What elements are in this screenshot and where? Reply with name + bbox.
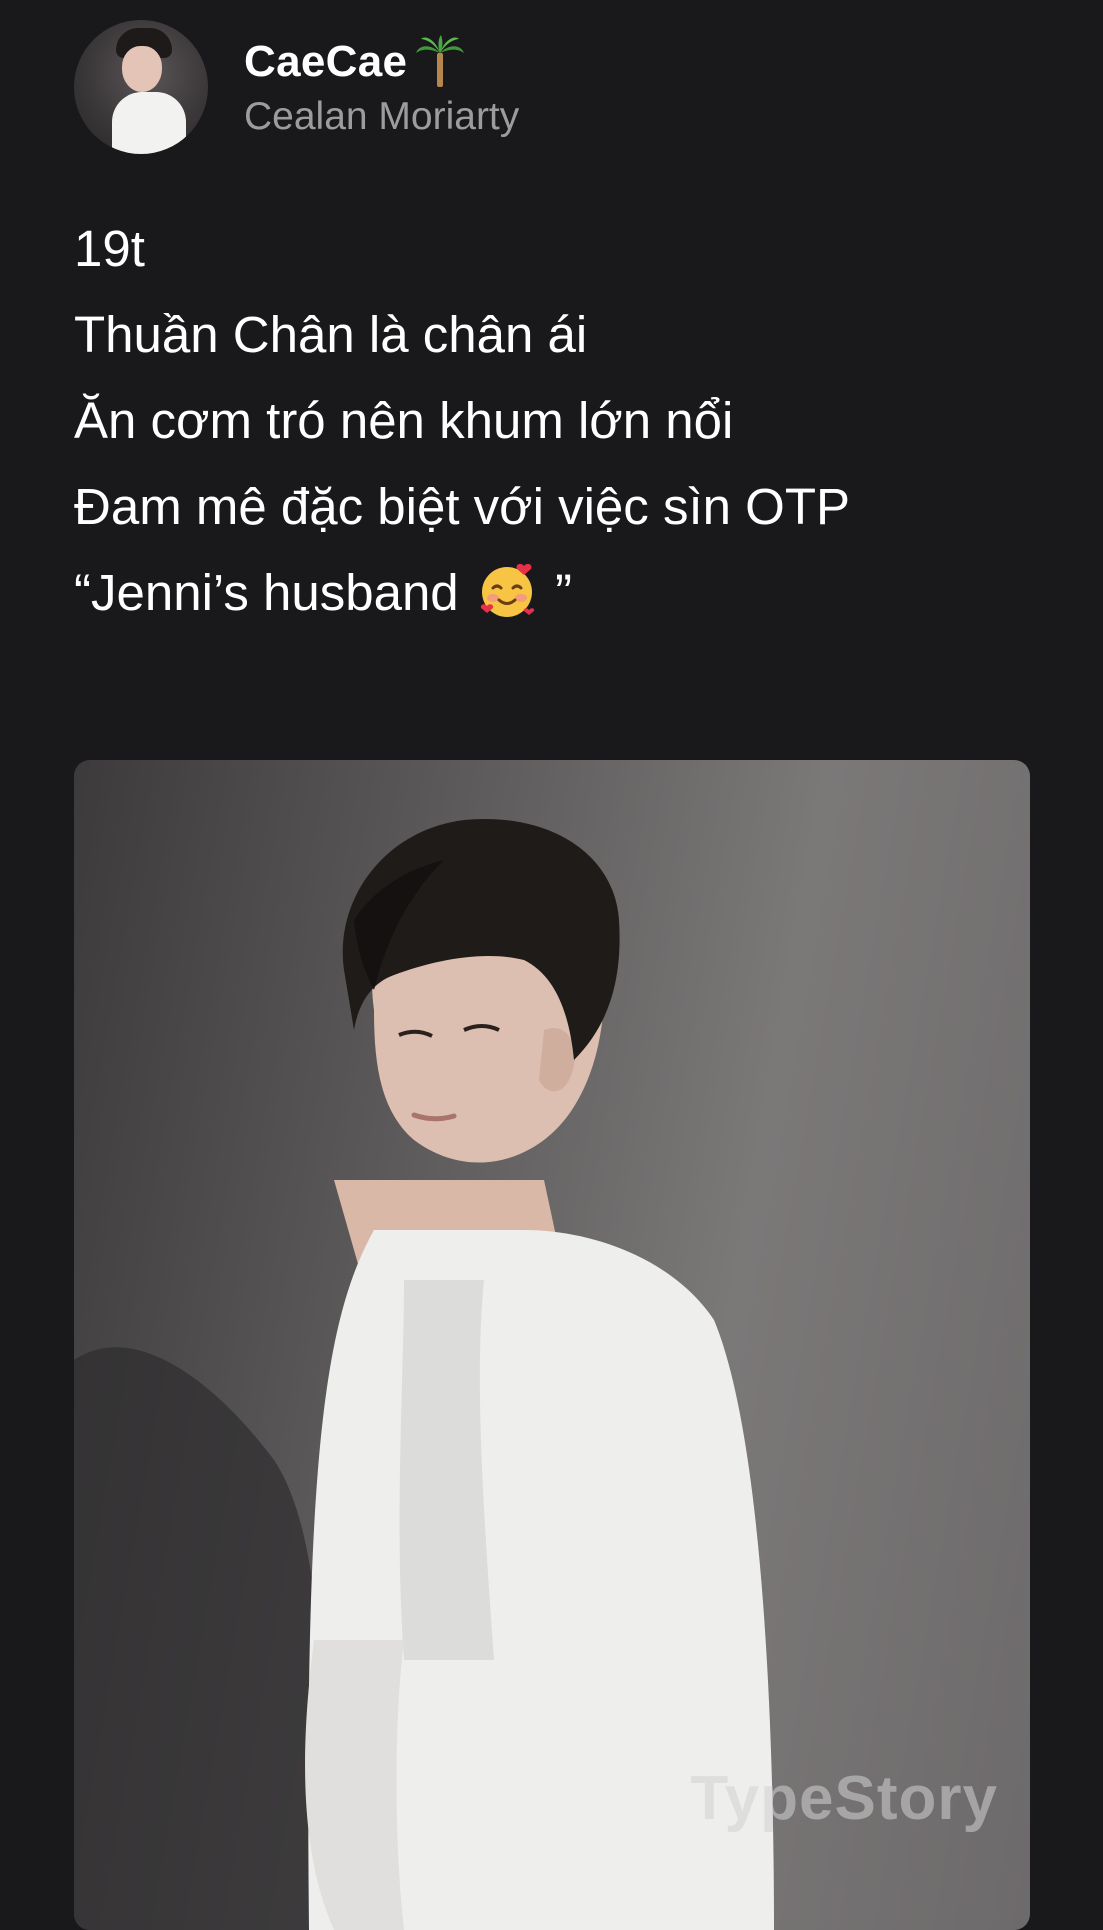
bio-line-4: Đam mê đặc biệt với việc sìn OTP — [74, 478, 851, 535]
username: Cealan Moriarty — [244, 95, 520, 138]
bio-line-5-close-quote: ” — [555, 564, 572, 621]
display-name[interactable]: CaeCae — [244, 37, 407, 87]
avatar-face — [122, 46, 162, 92]
avatar-shirt — [112, 92, 186, 154]
watermark: TypeStory — [690, 1764, 998, 1833]
bio-line-5-text: “Jenni’s husband — [74, 564, 459, 621]
smiling-face-with-hearts-icon — [480, 563, 535, 617]
bio-line-2: Thuần Chân là chân ái — [74, 306, 588, 363]
profile-photo[interactable]: TypeStory — [74, 760, 1030, 1930]
profile-header: CaeCae Cealan Moriarty — [74, 20, 519, 154]
profile-identity: CaeCae Cealan Moriarty — [244, 35, 519, 139]
display-name-row: CaeCae — [244, 35, 519, 89]
bio-text: 19t Thuần Chân là chân ái Ăn cơm tró nên… — [74, 206, 850, 636]
bio-line-age: 19t — [74, 220, 145, 277]
palm-tree-icon — [416, 35, 465, 87]
avatar[interactable] — [74, 20, 208, 154]
bio-line-5: “Jenni’s husband ” — [74, 550, 850, 636]
bio-line-3: Ăn cơm tró nên khum lớn nổi — [74, 392, 734, 449]
photo-illustration — [74, 818, 774, 1930]
